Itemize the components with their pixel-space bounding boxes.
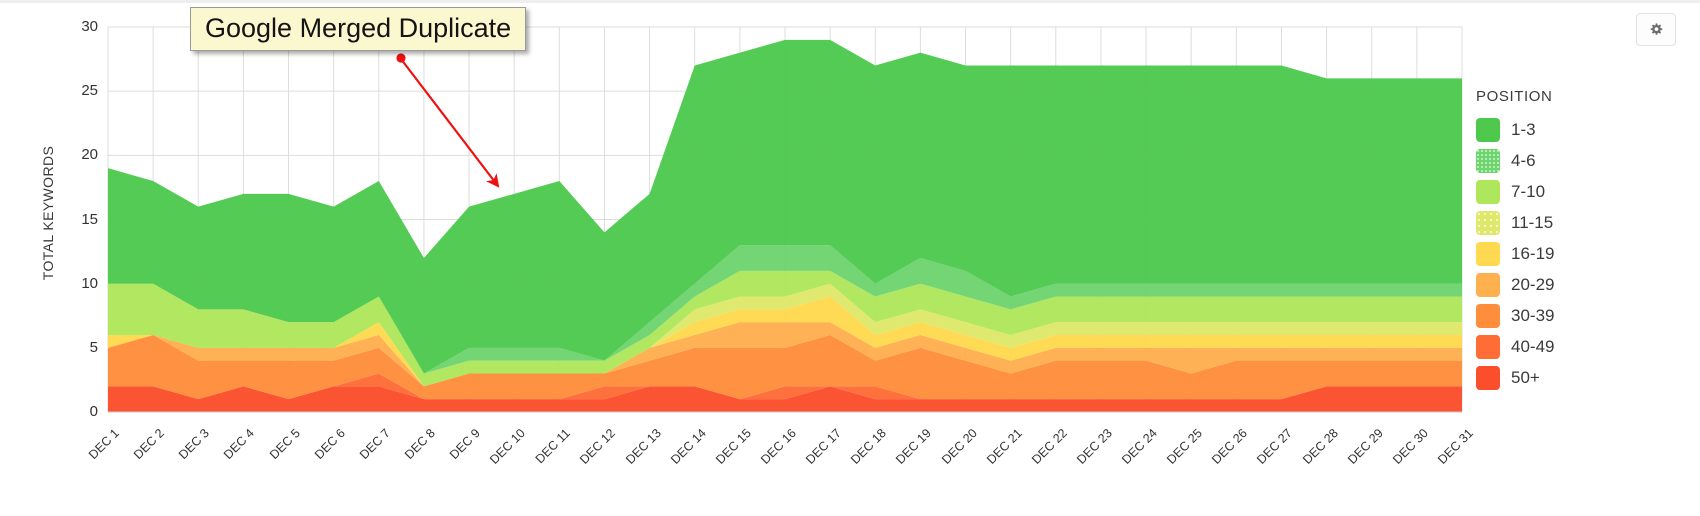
legend-swatch bbox=[1476, 303, 1500, 328]
x-tick-label: DEC 18 bbox=[848, 426, 890, 467]
legend-item-label: 7-10 bbox=[1511, 181, 1546, 201]
x-tick-label: DEC 26 bbox=[1209, 426, 1251, 467]
x-tick-label: DEC 25 bbox=[1164, 426, 1206, 467]
x-tick-label: DEC 8 bbox=[401, 426, 438, 462]
legend-item-label: 11-15 bbox=[1511, 212, 1554, 232]
x-tick-label: DEC 4 bbox=[221, 426, 258, 462]
x-tick-label: DEC 31 bbox=[1435, 426, 1476, 467]
legend-swatch bbox=[1476, 117, 1500, 142]
chart-area: TOTAL KEYWORDS 0 5 10 15 20 25 30 DEC 1 DEC 2 DE… bbox=[0, 0, 1700, 516]
x-tick-label: DEC 14 bbox=[667, 426, 709, 467]
legend-item[interactable]: 16-19 bbox=[1476, 238, 1676, 269]
legend-item-label: 30-39 bbox=[1511, 305, 1555, 325]
chart-page: TOTAL KEYWORDS 0 5 10 15 20 25 30 DEC 1 DEC 2 DE… bbox=[0, 0, 1700, 516]
legend-title: POSITION bbox=[1476, 88, 1553, 105]
x-tick-label: DEC 17 bbox=[803, 426, 845, 467]
legend-item[interactable]: 50+ bbox=[1476, 362, 1676, 393]
legend-item[interactable]: 40-49 bbox=[1476, 331, 1676, 362]
x-tick-label: DEC 21 bbox=[983, 426, 1025, 467]
legend-item-label: 1-3 bbox=[1511, 119, 1536, 139]
x-tick-label: DEC 24 bbox=[1119, 426, 1160, 467]
x-tick-label: DEC 6 bbox=[311, 426, 348, 462]
legend-item[interactable]: 1-3 bbox=[1476, 114, 1676, 145]
x-tick-label: DEC 15 bbox=[712, 426, 754, 467]
legend-item-label: 4-6 bbox=[1511, 150, 1536, 170]
legend-swatch bbox=[1476, 334, 1500, 359]
x-axis-ticks: DEC 1 DEC 2 DEC 3 DEC 4 DEC 5 DEC 6 DEC 7 DEC 8… bbox=[0, 0, 1700, 516]
x-tick-label: DEC 23 bbox=[1073, 426, 1115, 467]
x-tick-label: DEC 29 bbox=[1344, 426, 1386, 467]
legend-item-label: 20-29 bbox=[1511, 274, 1555, 294]
x-tick-label: DEC 16 bbox=[758, 426, 799, 467]
x-tick-label: DEC 12 bbox=[577, 426, 619, 467]
legend-item[interactable]: 20-29 bbox=[1476, 269, 1676, 300]
legend-item[interactable]: 7-10 bbox=[1476, 176, 1676, 207]
x-tick-label: DEC 19 bbox=[893, 426, 935, 467]
x-tick-label: DEC 22 bbox=[1028, 426, 1070, 467]
legend-swatch bbox=[1476, 272, 1500, 297]
x-tick-label: DEC 28 bbox=[1299, 426, 1341, 467]
annotation-callout: Google Merged Duplicate bbox=[190, 7, 527, 52]
legend-item-label: 50+ bbox=[1511, 367, 1540, 387]
legend-item[interactable]: 4-6 bbox=[1476, 145, 1676, 176]
x-tick-label: DEC 27 bbox=[1254, 426, 1296, 467]
x-tick-label: DEC 7 bbox=[356, 426, 393, 462]
x-tick-label: DEC 13 bbox=[622, 426, 664, 467]
x-tick-label: DEC 11 bbox=[533, 426, 574, 467]
x-tick-label: DEC 1 bbox=[85, 426, 122, 462]
x-tick-label: DEC 20 bbox=[938, 426, 980, 467]
legend-item-label: 40-49 bbox=[1511, 336, 1555, 356]
legend: POSITION 1-3 4-6 7-10 11-15 16-19 20-29 30-39 4… bbox=[1476, 88, 1676, 393]
legend-item[interactable]: 30-39 bbox=[1476, 300, 1676, 331]
x-tick-label: DEC 2 bbox=[131, 426, 168, 462]
legend-swatch bbox=[1476, 148, 1500, 173]
legend-swatch bbox=[1476, 210, 1500, 235]
x-tick-label: DEC 10 bbox=[487, 426, 529, 467]
legend-item-label: 16-19 bbox=[1511, 243, 1555, 263]
legend-swatch bbox=[1476, 365, 1500, 390]
x-tick-label: DEC 9 bbox=[447, 426, 483, 462]
legend-item[interactable]: 11-15 bbox=[1476, 207, 1676, 238]
x-tick-label: DEC 5 bbox=[266, 426, 303, 462]
legend-swatch bbox=[1476, 179, 1500, 204]
x-tick-label: DEC 30 bbox=[1389, 426, 1431, 467]
legend-swatch bbox=[1476, 241, 1500, 266]
x-tick-label: DEC 3 bbox=[176, 426, 213, 462]
